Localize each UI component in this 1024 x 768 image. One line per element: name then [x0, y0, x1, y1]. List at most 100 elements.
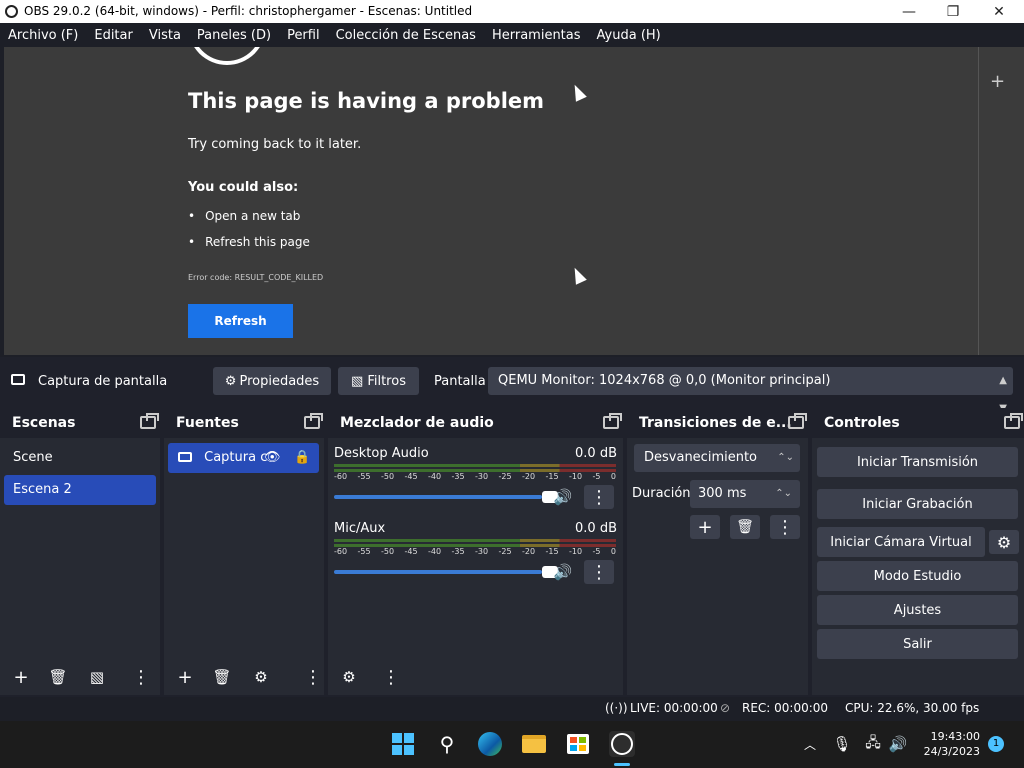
trash-icon[interactable]: 🗑: [730, 515, 760, 539]
start-recording-button[interactable]: Iniciar Grabación: [817, 489, 1018, 519]
start-virtual-camera-button[interactable]: Iniciar Cámara Virtual: [817, 527, 985, 557]
trash-icon[interactable]: 🗑: [207, 665, 237, 689]
lock-icon[interactable]: 🔒: [294, 443, 310, 473]
edge-browser-icon[interactable]: [477, 731, 503, 757]
duration-label: Duración: [632, 486, 691, 501]
menu-file[interactable]: Archivo (F): [0, 28, 86, 43]
undock-icon[interactable]: [603, 413, 622, 429]
undock-icon[interactable]: [140, 413, 159, 429]
sources-title: Fuentes: [176, 415, 239, 431]
window-title: OBS 29.0.2 (64-bit, windows) - Perfil: c…: [24, 4, 473, 18]
trash-icon[interactable]: 🗑: [43, 665, 73, 689]
menu-docks[interactable]: Paneles (D): [189, 28, 279, 43]
scene-filters-icon[interactable]: ▧: [82, 665, 112, 689]
more-options-icon[interactable]: ⋮: [376, 665, 406, 689]
monitor-select-value: QEMU Monitor: 1024x768 @ 0,0 (Monitor pr…: [498, 373, 831, 388]
scenes-header: Escenas: [0, 408, 160, 438]
duration-value: 300 ms: [698, 486, 747, 501]
scenes-footer: + 🗑 ▧ ⋮: [0, 659, 160, 695]
controls-dock: Controles Iniciar Transmisión Iniciar Gr…: [812, 408, 1024, 695]
speaker-icon[interactable]: 🔊: [548, 560, 578, 584]
menu-scene-collection[interactable]: Colección de Escenas: [328, 28, 484, 43]
channel-name: Mic/Aux: [334, 521, 386, 536]
channel-db: 0.0 dB: [575, 521, 617, 536]
undock-icon[interactable]: [1004, 413, 1023, 429]
monitor-icon: [178, 452, 192, 462]
channel-name: Desktop Audio: [334, 446, 429, 461]
more-options-icon[interactable]: ⋮: [304, 665, 322, 689]
add-source-button[interactable]: +: [170, 665, 200, 689]
error-title: This page is having a problem: [188, 89, 545, 113]
windows-start-icon[interactable]: [390, 731, 416, 757]
chevron-up-icon[interactable]: ︿: [797, 731, 823, 757]
clock-date: 24/3/2023: [923, 745, 980, 758]
settings-button[interactable]: Ajustes: [817, 595, 1018, 625]
undock-icon[interactable]: [304, 413, 323, 429]
refresh-button[interactable]: Refresh: [188, 304, 293, 338]
mixer-footer: ⚙ ⋮: [328, 659, 623, 695]
microphone-icon[interactable]: 🎙: [829, 731, 855, 757]
mixer-title: Mezclador de audio: [340, 415, 494, 431]
transition-select[interactable]: Desvanecimiento ⌃⌄: [634, 444, 800, 472]
monitor-select[interactable]: QEMU Monitor: 1024x768 @ 0,0 (Monitor pr…: [488, 367, 1013, 414]
maximize-button[interactable]: ❐: [930, 0, 976, 23]
volume-icon[interactable]: 🔊: [885, 731, 911, 757]
eye-icon[interactable]: 👁: [264, 443, 281, 473]
start-streaming-button[interactable]: Iniciar Transmisión: [817, 447, 1018, 477]
controls-title: Controles: [824, 415, 900, 431]
source-item-selected[interactable]: Captura c 👁 🔒: [168, 443, 319, 473]
more-options-icon[interactable]: ⋮: [770, 515, 800, 539]
live-timer: LIVE: 00:00:00: [630, 701, 718, 715]
more-options-icon[interactable]: ⋮: [132, 665, 150, 689]
monitor-icon: [11, 374, 25, 385]
menu-edit[interactable]: Editar: [86, 28, 141, 43]
undock-icon[interactable]: [788, 413, 807, 429]
error-option-refresh: Refresh this page: [188, 235, 310, 249]
rec-icon: ⊘: [720, 701, 731, 715]
add-scene-button[interactable]: +: [6, 665, 36, 689]
channel-db: 0.0 dB: [575, 446, 617, 461]
more-options-icon[interactable]: ⋮: [584, 560, 614, 584]
scene-item-selected[interactable]: Escena 2: [4, 475, 156, 505]
gear-icon[interactable]: ⚙: [246, 665, 276, 689]
clock[interactable]: 19:43:00 24/3/2023: [918, 729, 980, 759]
transitions-header: Transiciones de e...: [627, 408, 808, 438]
menu-profile[interactable]: Perfil: [279, 28, 328, 43]
rec-timer: REC: 00:00:00: [742, 701, 829, 715]
virtual-camera-settings-icon[interactable]: ⚙: [989, 530, 1019, 554]
menu-help[interactable]: Ayuda (H): [589, 28, 669, 43]
transitions-dock: Transiciones de e... Desvanecimiento ⌃⌄ …: [627, 408, 808, 695]
notification-badge[interactable]: 1: [988, 736, 1004, 752]
meter-ticks: -60 -55 -50 -45 -40 -35 -30 -25 -20 -15 -10 -5 0: [334, 472, 616, 481]
obs-logo-icon: [5, 5, 18, 18]
obs-taskbar-icon[interactable]: [609, 731, 635, 757]
speaker-icon[interactable]: 🔊: [548, 485, 578, 509]
volume-slider[interactable]: [334, 566, 558, 578]
spin-arrows-icon[interactable]: ⌃⌄: [775, 480, 792, 508]
filters-label: Filtros: [367, 373, 406, 389]
search-icon[interactable]: ⚲: [434, 731, 460, 757]
menu-tools[interactable]: Herramientas: [484, 28, 589, 43]
mouse-cursor-icon: [569, 265, 587, 285]
menu-bar: Archivo (F) Editar Vista Paneles (D) Per…: [0, 23, 1024, 47]
menu-view[interactable]: Vista: [141, 28, 189, 43]
add-transition-button[interactable]: +: [690, 515, 720, 539]
microsoft-store-icon[interactable]: [565, 731, 591, 757]
exit-button[interactable]: Salir: [817, 629, 1018, 659]
studio-mode-button[interactable]: Modo Estudio: [817, 561, 1018, 591]
close-button[interactable]: ✕: [976, 0, 1022, 23]
mixer-header: Mezclador de audio: [328, 408, 623, 438]
minimize-button[interactable]: —: [886, 0, 932, 23]
file-explorer-icon[interactable]: [521, 731, 547, 757]
preview-canvas[interactable]: This page is having a problem Try coming…: [4, 47, 978, 355]
scene-item[interactable]: Scene: [4, 443, 156, 473]
duration-spinbox[interactable]: 300 ms ⌃⌄: [690, 480, 800, 508]
properties-button[interactable]: ⚙ Propiedades: [213, 367, 331, 395]
filters-button[interactable]: ▧ Filtros: [338, 367, 419, 395]
network-icon[interactable]: 🖧: [860, 731, 886, 757]
title-bar: OBS 29.0.2 (64-bit, windows) - Perfil: c…: [0, 0, 1024, 23]
more-options-icon[interactable]: ⋮: [584, 485, 614, 509]
volume-slider[interactable]: [334, 491, 558, 503]
advanced-audio-icon[interactable]: ⚙: [334, 665, 364, 689]
add-icon[interactable]: +: [990, 71, 1005, 92]
